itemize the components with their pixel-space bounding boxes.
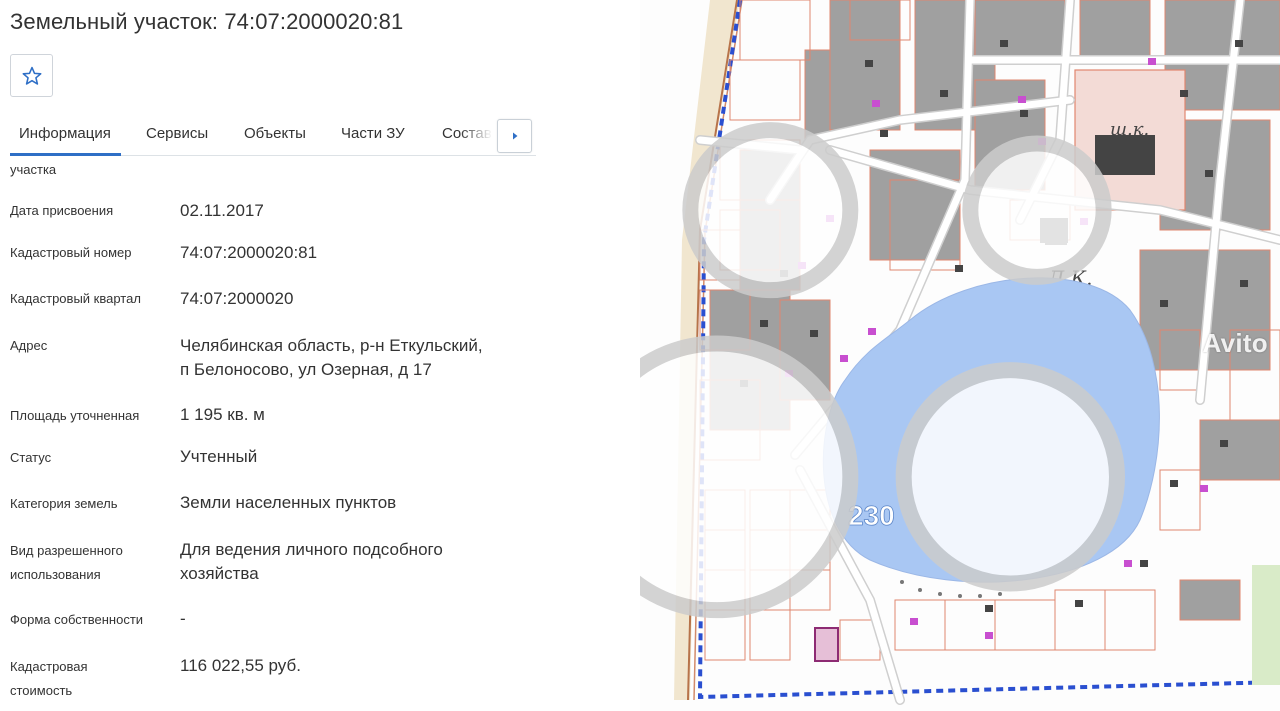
cadastral-quarter-label: Кадастровый квартал (10, 291, 141, 306)
permitted-use-line2: хозяйства (180, 564, 259, 583)
cadastral-value-label-line2: стоимость (10, 683, 73, 698)
truncated-field-label: участка (10, 162, 57, 177)
permitted-use-line1: Для ведения личного подсобного (180, 540, 443, 559)
cadastral-map[interactable]: ш.к. Д.К. 230 Avito (576, 0, 1280, 711)
avito-wordmark: Avito (1202, 328, 1268, 358)
area-label: Площадь уточненная (10, 408, 140, 423)
star-outline-icon (22, 66, 41, 85)
permitted-use-label-line1: Вид разрешенного (10, 543, 123, 558)
area-value: 1 195 кв. м (180, 405, 265, 424)
date-assigned-value: 02.11.2017 (180, 201, 264, 220)
status-label: Статус (10, 450, 52, 465)
ownership-label: Форма собственности (10, 612, 144, 627)
tab-services[interactable]: Сервисы (146, 125, 208, 142)
address-label: Адрес (10, 338, 48, 353)
avito-watermark: Avito (557, 0, 1268, 699)
status-value: Учтенный (180, 447, 258, 466)
tab-information[interactable]: Информация (19, 125, 111, 142)
page-title: Земельный участок: 74:07:2000020:81 (10, 9, 404, 34)
avito-logo-icon (576, 122, 1126, 619)
cadastral-value-value: 116 022,55 руб. (180, 656, 301, 675)
favorite-button[interactable] (10, 54, 53, 97)
cadastral-value-label-line1: Кадастровая (10, 659, 88, 674)
tab-fade (460, 119, 498, 153)
tab-objects[interactable]: Объекты (244, 125, 306, 142)
address-line2: п Белоносово, ул Озерная, д 17 (180, 360, 432, 379)
tab-bar: Информация Сервисы Объекты Части ЗУ Сост… (10, 119, 536, 156)
tabs-scroll-right-button[interactable] (497, 119, 532, 153)
permitted-use-label-line2: использования (10, 567, 101, 582)
caret-right-icon (512, 132, 517, 140)
cadastral-number-label: Кадастровый номер (10, 245, 132, 260)
land-category-value: Земли населенных пунктов (180, 493, 397, 512)
active-tab-indicator (10, 153, 121, 156)
address-line1: Челябинская область, р-н Еткульский, (180, 336, 483, 355)
ownership-value: - (180, 609, 186, 628)
cadastral-number-value: 74:07:2000020:81 (180, 243, 318, 262)
tab-parcel-parts[interactable]: Части ЗУ (341, 125, 405, 142)
cadastral-quarter-value[interactable]: 74:07:2000020 (180, 287, 293, 310)
date-assigned-label: Дата присвоения (10, 203, 114, 218)
land-category-label: Категория земель (10, 496, 118, 511)
parcel-info-panel: Земельный участок: 74:07:2000020:81 Инфо… (0, 0, 640, 711)
